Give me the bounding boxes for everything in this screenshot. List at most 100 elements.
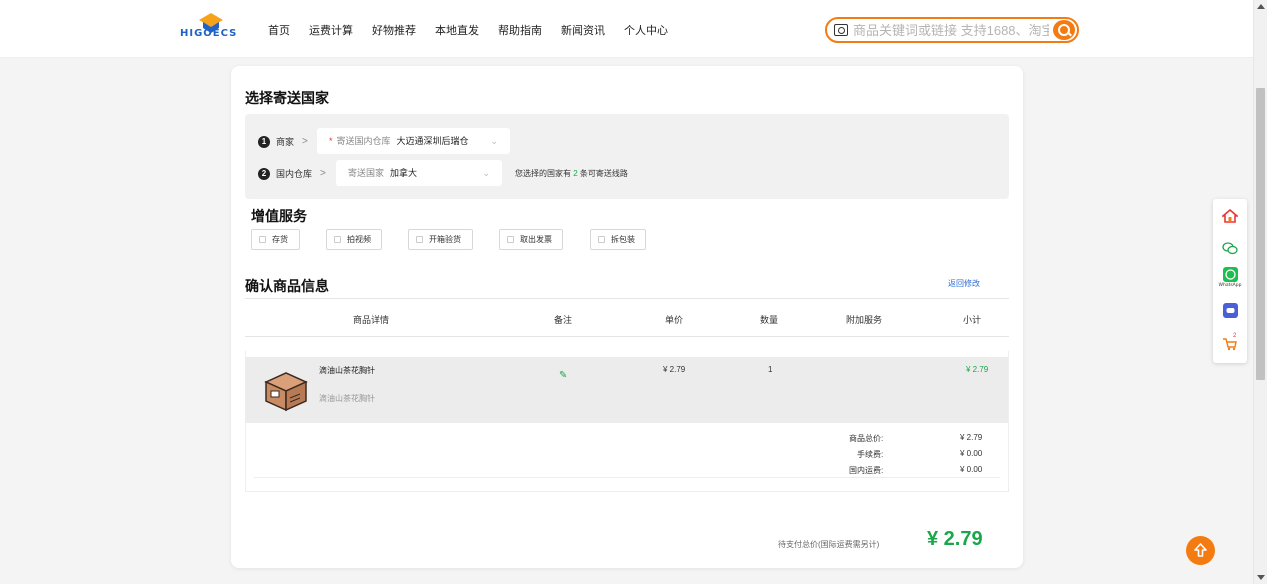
step-label: 国内仓库 — [276, 169, 313, 179]
top-header: HIGOECS 首页 运费计算 好物推荐 本地直发 帮助指南 新闻资讯 个人中心 — [0, 0, 1253, 58]
chevron-down-icon: ⌄ — [490, 136, 498, 146]
total-label: 待支付总价(国际运费需另计) — [778, 540, 880, 549]
summary-label: 国内运费: — [849, 466, 884, 475]
nav-user-center[interactable]: 个人中心 — [624, 22, 668, 38]
service-option-label: 开箱验货 — [429, 235, 461, 244]
chevron-right-icon: > — [302, 136, 308, 147]
service-option-storage[interactable]: 存货 — [251, 229, 300, 250]
product-box-icon[interactable] — [260, 364, 312, 416]
nav-local-direct[interactable]: 本地直发 — [435, 22, 479, 38]
col-extra: 附加服务 — [846, 315, 883, 325]
service-option-label: 取出发票 — [520, 235, 552, 244]
summary-value: ¥ 0.00 — [960, 465, 983, 474]
goods-table-body: 滴油山茶花胸针 滴油山茶花胸针 ✎ ¥ 2.79 1 ¥ 2.79 商品总价: … — [245, 351, 1009, 492]
step-number: 2 — [258, 167, 270, 180]
edit-note-icon[interactable]: ✎ — [559, 370, 567, 381]
search-input[interactable] — [853, 22, 1049, 39]
nav-help[interactable]: 帮助指南 — [498, 22, 542, 38]
checkbox[interactable] — [259, 236, 266, 243]
scroll-thumb[interactable] — [1256, 88, 1265, 380]
cart-count-badge: 2 — [1233, 333, 1237, 339]
main-nav: 首页 运费计算 好物推荐 本地直发 帮助指南 新闻资讯 个人中心 — [268, 22, 668, 38]
route-count: 2 — [573, 169, 578, 178]
order-card: 选择寄送国家 1 商家 > * 寄送国内仓库 大迈通深圳后瑞仓 ⌄ 2 国内仓库 >… — [231, 66, 1023, 568]
product-subtotal: ¥ 2.79 — [966, 365, 989, 374]
checkbox[interactable] — [334, 236, 341, 243]
step-label: 商家 — [276, 137, 295, 147]
service-option-video[interactable]: 拍视频 — [326, 229, 382, 250]
col-note: 备注 — [554, 315, 573, 325]
cart-button[interactable]: 2 — [1213, 333, 1247, 351]
nav-recommend[interactable]: 好物推荐 — [372, 22, 416, 38]
summary-label: 手续费: — [857, 450, 884, 459]
arrow-up-icon — [1194, 543, 1207, 557]
step-merchant: 1 商家 > — [258, 135, 316, 148]
checkbox[interactable] — [598, 236, 605, 243]
home-button[interactable] — [1213, 208, 1247, 224]
warehouse-select[interactable]: * 寄送国内仓库 大迈通深圳后瑞仓 ⌄ — [317, 128, 510, 154]
total-amount: ¥ 2.79 — [927, 528, 983, 550]
nav-home[interactable]: 首页 — [268, 22, 290, 38]
step-number: 1 — [258, 135, 270, 148]
whatsapp-icon — [1222, 267, 1238, 282]
services-title: 增值服务 — [251, 208, 307, 224]
discord-icon — [1222, 303, 1238, 318]
goods-table-header: 商品详情 备注 单价 数量 附加服务 小计 — [245, 298, 1009, 337]
search-bar — [825, 17, 1079, 43]
cart-icon — [1223, 338, 1237, 351]
divider — [254, 477, 1000, 478]
back-to-top-button[interactable] — [1186, 536, 1215, 565]
summary-value: ¥ 2.79 — [960, 433, 983, 442]
warehouse-select-value: 大迈通深圳后瑞仓 — [396, 136, 469, 146]
warehouse-select-label: 寄送国内仓库 — [336, 136, 391, 146]
col-subtotal: 小计 — [963, 315, 982, 325]
service-option-unpack[interactable]: 拆包装 — [590, 229, 646, 250]
service-option-label: 拍视频 — [347, 235, 371, 244]
route-note-prefix: 您选择的国家有 — [515, 169, 571, 178]
site-logo[interactable]: HIGOECS — [180, 12, 242, 46]
service-option-label: 存货 — [272, 235, 288, 244]
required-mark: * — [329, 136, 333, 146]
summary-label: 商品总价: — [849, 434, 884, 443]
discord-button[interactable] — [1213, 303, 1247, 318]
scroll-up-arrow-icon[interactable] — [1257, 4, 1265, 9]
country-select-label: 寄送国家 — [348, 168, 385, 178]
search-button[interactable] — [1053, 20, 1075, 40]
home-icon — [1222, 208, 1238, 223]
country-select[interactable]: 寄送国家 加拿大 ⌄ — [336, 160, 502, 186]
checkbox[interactable] — [416, 236, 423, 243]
camera-icon[interactable] — [834, 24, 848, 36]
summary-value: ¥ 0.00 — [960, 449, 983, 458]
step-domestic-warehouse: 2 国内仓库 > — [258, 167, 334, 180]
col-price: 单价 — [665, 315, 684, 325]
logo-text: HIGOECS — [180, 28, 238, 39]
route-selector: 1 商家 > * 寄送国内仓库 大迈通深圳后瑞仓 ⌄ 2 国内仓库 > 寄送国家 加拿… — [245, 114, 1009, 199]
scroll-down-arrow-icon[interactable] — [1257, 575, 1265, 580]
country-select-value: 加拿大 — [390, 168, 418, 178]
service-option-inspect[interactable]: 开箱验货 — [408, 229, 473, 250]
col-detail: 商品详情 — [353, 315, 390, 325]
col-qty: 数量 — [760, 315, 779, 325]
wechat-button[interactable] — [1213, 241, 1247, 255]
back-edit-link[interactable]: 返回修改 — [948, 278, 980, 289]
country-section-title: 选择寄送国家 — [245, 90, 329, 106]
service-option-label: 拆包装 — [611, 235, 635, 244]
page-scrollbar[interactable] — [1253, 0, 1267, 584]
route-note: 您选择的国家有 2 条可寄送线路 — [515, 168, 628, 179]
wechat-icon — [1222, 242, 1238, 255]
product-qty: 1 — [768, 365, 773, 374]
product-name[interactable]: 滴油山茶花胸针 — [319, 365, 375, 376]
service-option-invoice[interactable]: 取出发票 — [499, 229, 563, 250]
route-note-suffix: 条可寄送线路 — [579, 169, 628, 178]
chevron-down-icon: ⌄ — [482, 168, 490, 178]
floating-toolbar: WhatsApp 2 — [1213, 199, 1247, 363]
table-row: 滴油山茶花胸针 滴油山茶花胸针 ✎ ¥ 2.79 1 ¥ 2.79 — [246, 357, 1008, 423]
product-price: ¥ 2.79 — [663, 365, 686, 374]
chevron-right-icon: > — [320, 168, 326, 179]
whatsapp-button[interactable]: WhatsApp — [1213, 267, 1247, 288]
product-spec: 滴油山茶花胸针 — [319, 394, 375, 403]
whatsapp-label: WhatsApp — [1218, 283, 1242, 288]
nav-news[interactable]: 新闻资讯 — [561, 22, 605, 38]
checkbox[interactable] — [507, 236, 514, 243]
nav-shipping-calc[interactable]: 运费计算 — [309, 22, 353, 38]
